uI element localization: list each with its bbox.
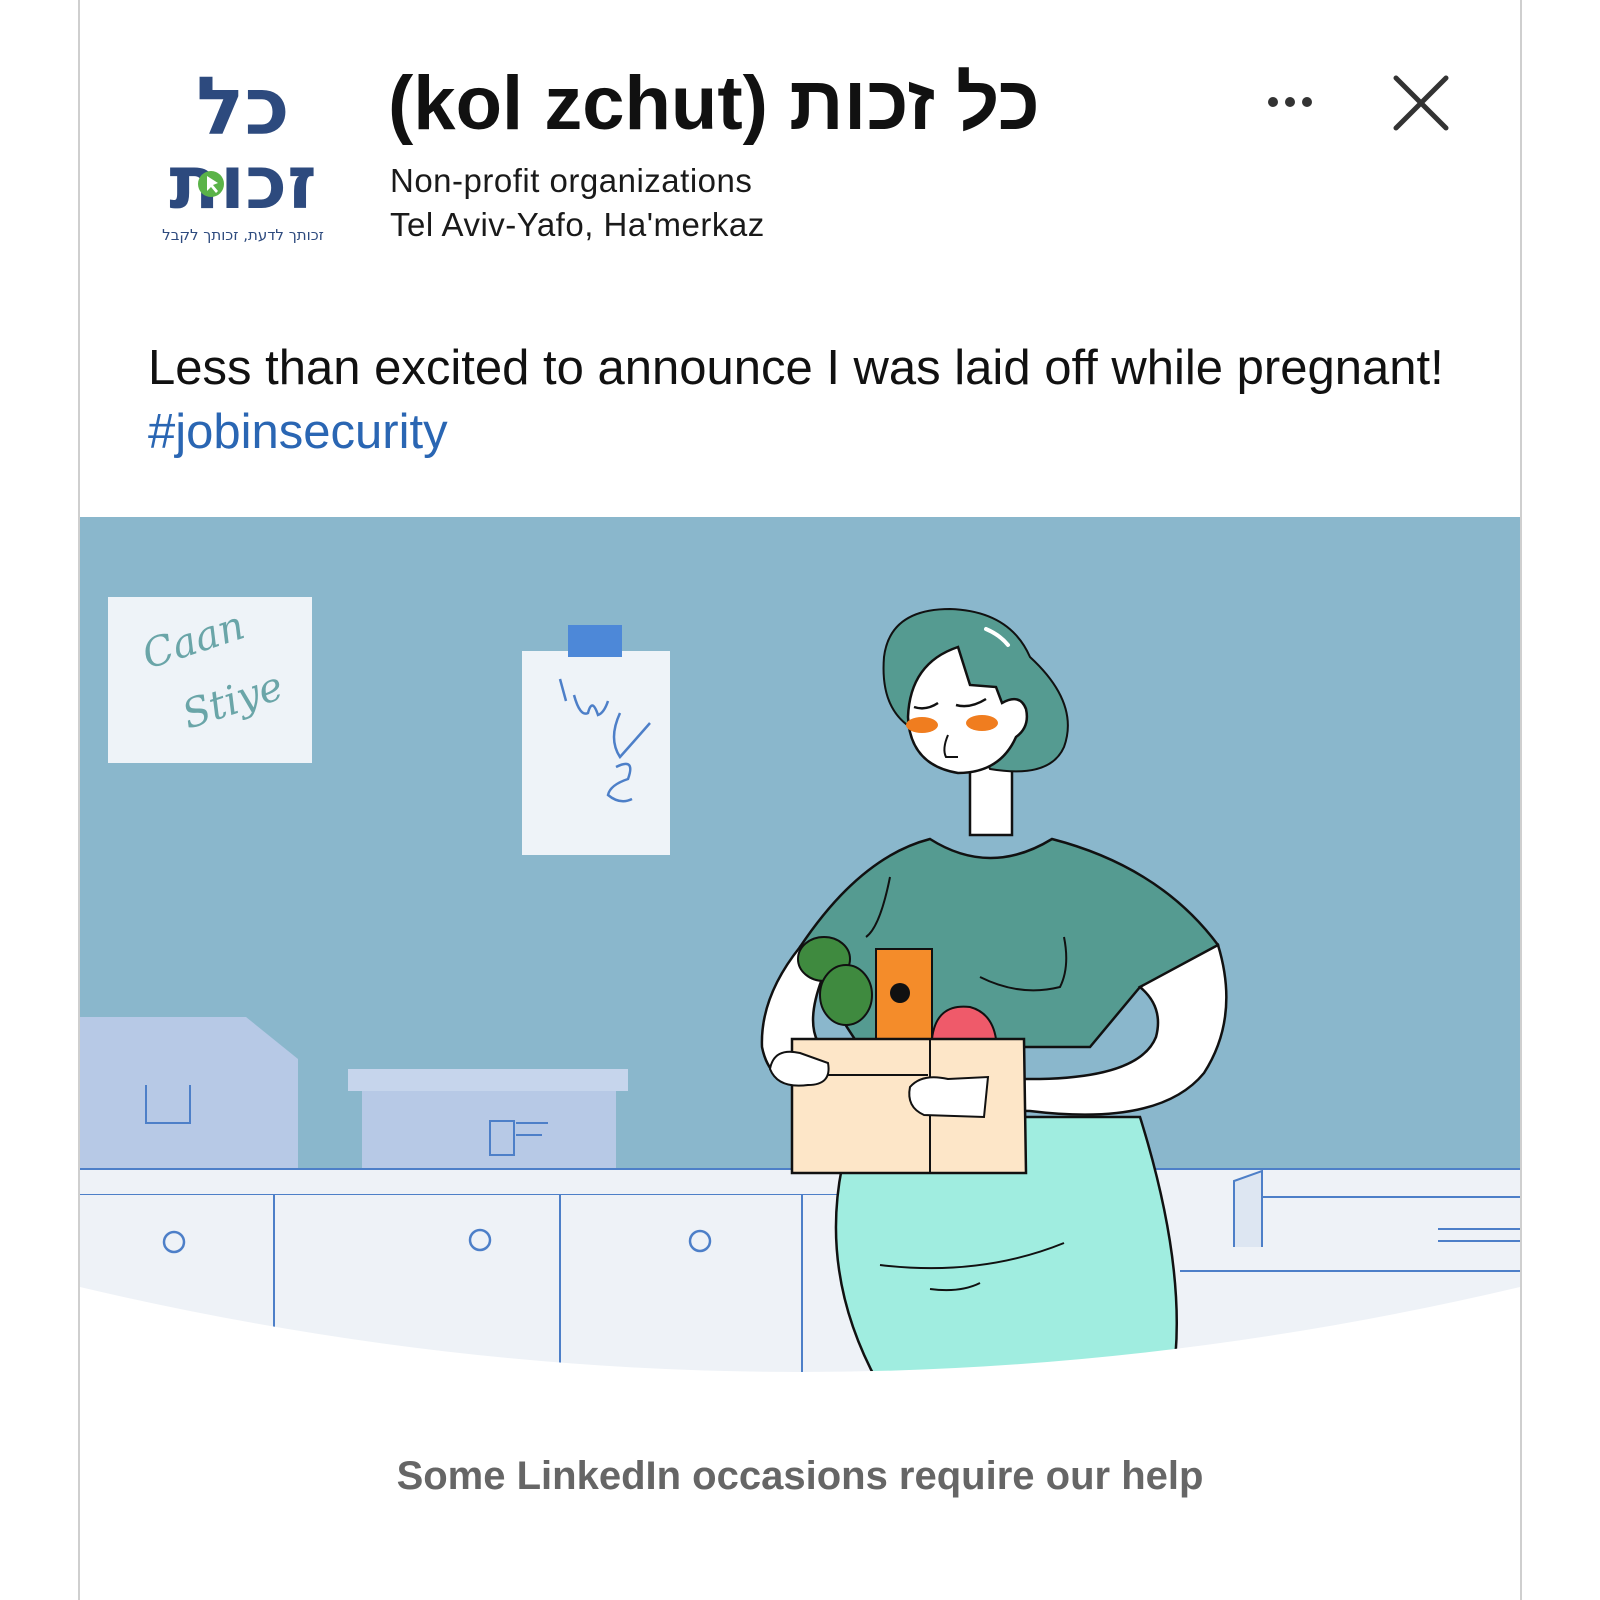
logo-tagline: זכותך לדעת, זכותך לקבל [162, 226, 324, 244]
blush [906, 717, 938, 733]
org-location: Tel Aviv-Yafo, Ha'merkaz [390, 206, 765, 243]
right-desk [1234, 1181, 1520, 1271]
post-body: Less than excited to announce I was laid… [148, 341, 1444, 395]
footer-tagline: Some LinkedIn occasions require our help [396, 1454, 1204, 1498]
org-category: Non-profit organizations [390, 162, 753, 199]
wall-clipboard [522, 651, 670, 855]
post-text: Less than excited to announce I was laid… [148, 336, 1448, 464]
cardboard-box [790, 1037, 1028, 1175]
more-horizontal-icon[interactable] [1255, 80, 1325, 124]
logo-line2: זכות [169, 140, 317, 226]
post-card: כל זכות זכותך לדעת, זכותך לקבל (kol zchu… [78, 0, 1522, 1600]
close-x-icon[interactable] [1390, 72, 1452, 134]
org-name[interactable]: (kol zchut) כל זכות [388, 66, 1040, 142]
kol-zchut-logo[interactable]: כל זכות זכותך לדעת, זכותך לקבל [148, 62, 338, 252]
hashtag-link[interactable]: #jobinsecurity [148, 405, 448, 459]
blush [966, 715, 998, 731]
illustration: Caan Stiye [80, 517, 1520, 1387]
middle-box-lid [348, 1069, 628, 1091]
clip [568, 625, 622, 657]
